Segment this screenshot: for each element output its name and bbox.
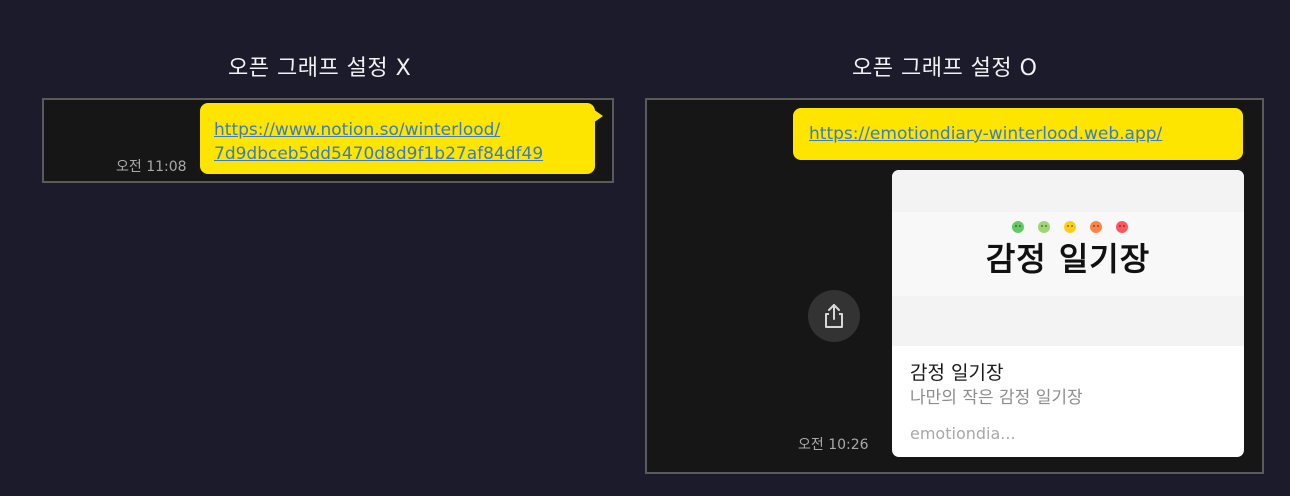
message-link-line-2[interactable]: 7d9dbceb5dd5470d8d9f1b27af84df49 [214, 142, 595, 166]
preview-image: 감정 일기장 [892, 170, 1244, 346]
preview-description: 나만의 작은 감정 일기장 [910, 388, 1083, 408]
preview-text: 감정 일기장 나만의 작은 감정 일기장 emotiondia... [910, 360, 1083, 445]
message-bubble: https://emotiondiary-winterlood.web.app/ [793, 108, 1243, 160]
emotion-good-icon [1038, 221, 1050, 233]
link-preview-card[interactable]: 감정 일기장 감정 일기장 나만의 작은 감정 일기장 emotiondia..… [892, 170, 1244, 457]
emotion-normal-icon [1064, 221, 1076, 233]
chat-window-og-off: 오전 11:08 https://www.notion.so/winterloo… [42, 98, 614, 183]
message-link[interactable]: https://emotiondiary-winterlood.web.app/ [809, 122, 1243, 146]
bubble-tail [593, 109, 603, 123]
share-icon [825, 304, 843, 328]
message-link-line-1[interactable]: https://www.notion.so/winterlood/ [214, 118, 595, 142]
message-timestamp: 오전 10:26 [798, 437, 869, 453]
message-bubble: https://www.notion.so/winterlood/ 7d9dbc… [200, 103, 595, 174]
heading-og-off: 오픈 그래프 설정 X [228, 56, 412, 81]
heading-og-on: 오픈 그래프 설정 O [852, 56, 1038, 81]
emotion-very-good-icon [1012, 221, 1024, 233]
preview-image-title: 감정 일기장 [985, 240, 1151, 278]
message-timestamp: 오전 11:08 [116, 159, 187, 175]
preview-title: 감정 일기장 [910, 362, 1004, 384]
emotion-very-bad-icon [1116, 221, 1128, 233]
emotion-icons [1012, 221, 1128, 233]
chat-window-og-on: https://emotiondiary-winterlood.web.app/… [645, 98, 1264, 474]
preview-domain: emotiondia... [910, 424, 1016, 443]
share-button[interactable] [808, 290, 860, 342]
emotion-bad-icon [1090, 221, 1102, 233]
